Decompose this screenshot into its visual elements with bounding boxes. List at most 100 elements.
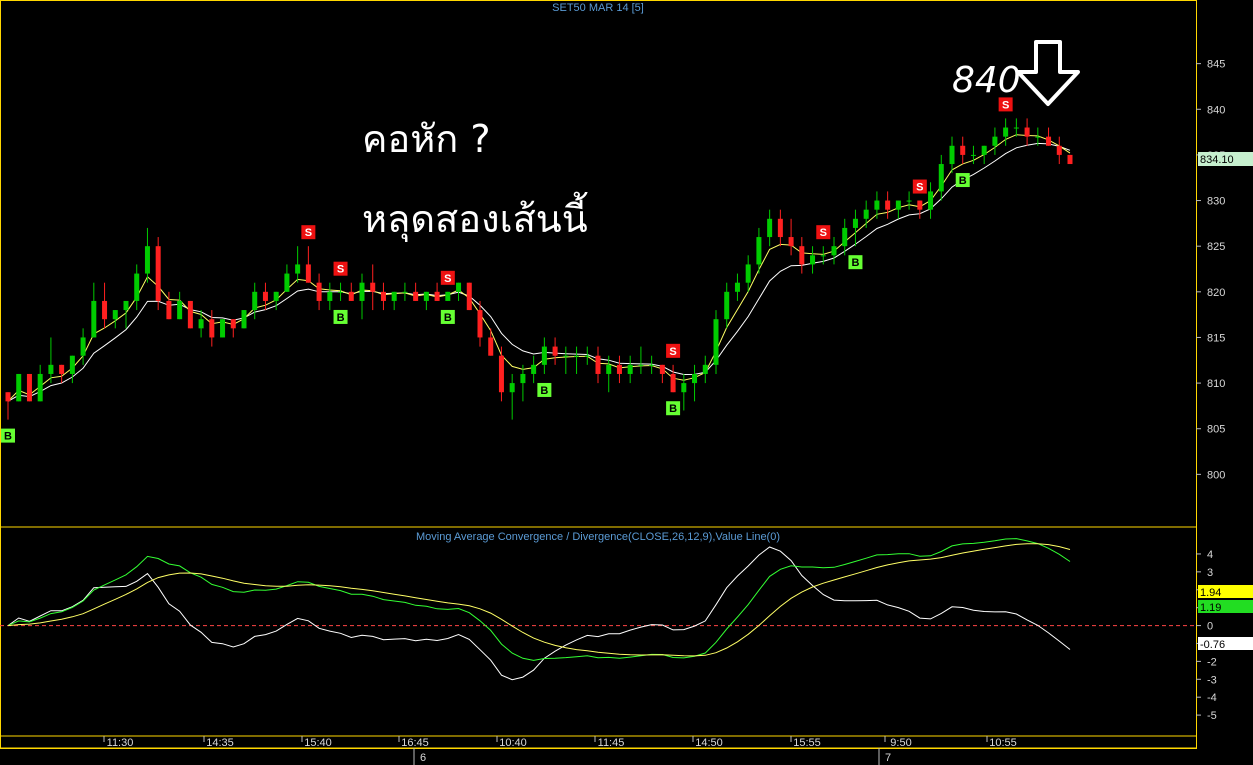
candle-body: [713, 319, 719, 365]
sell-signal-label: S: [916, 182, 923, 194]
candle-body: [616, 364, 622, 374]
candle-body: [810, 255, 816, 265]
price-tick-label: 800: [1207, 469, 1225, 481]
candle-body: [69, 355, 75, 374]
ma-slow-line: [7, 142, 1071, 402]
candle-body: [445, 291, 451, 301]
time-tick-label: 14:35: [206, 737, 234, 749]
candle-body: [574, 355, 580, 357]
last-price-value: 834.10: [1200, 154, 1234, 166]
candle-body: [681, 383, 687, 393]
time-tick-label: 15:55: [793, 737, 821, 749]
candle-body: [509, 383, 515, 393]
candle-body: [906, 200, 912, 202]
candle-body: [692, 373, 698, 384]
candle-body: [413, 291, 419, 301]
candle-body: [756, 237, 762, 265]
candle-body: [273, 291, 279, 301]
candle-body: [949, 145, 955, 165]
candle-body: [1056, 145, 1062, 155]
macd-y-axis: 43210-1-2-3-4-5: [0, 549, 1217, 722]
candle-body: [863, 209, 869, 219]
candle-body: [992, 136, 998, 146]
candle-body: [724, 291, 730, 320]
sell-signal-label: S: [820, 227, 827, 239]
date-tick-label: 6: [420, 752, 426, 764]
buy-signal-label: B: [444, 312, 452, 324]
candle-body: [970, 154, 976, 156]
moving-average-lines: [7, 134, 1071, 402]
candle-body: [1013, 127, 1019, 129]
candle-body: [177, 300, 183, 320]
macd-signal-line: [7, 543, 1071, 657]
candle-body: [1046, 136, 1052, 146]
candle-body: [187, 300, 193, 329]
buy-signal-label: B: [959, 175, 967, 187]
candle-body: [466, 282, 472, 311]
candle-body: [144, 246, 150, 274]
candle-body: [423, 291, 429, 301]
histogram-value: -0.76: [1200, 639, 1225, 651]
candle-body: [670, 373, 676, 393]
candle-body: [649, 364, 655, 366]
macd-tick-label: 4: [1207, 549, 1213, 561]
candle-body: [230, 319, 236, 329]
candle-body: [584, 355, 590, 357]
time-axis: 11:30 14:35 15:40 16:45 10:40 11:45 14:50 15:55…: [103, 736, 1017, 765]
candle-body: [638, 364, 644, 366]
candle-body: [734, 282, 740, 292]
time-tick-label: 14:50: [695, 737, 723, 749]
time-tick-label: 16:45: [401, 737, 429, 749]
candle-body: [295, 264, 301, 274]
candle-body: [477, 310, 483, 338]
candle-body: [745, 264, 751, 283]
down-arrow-icon: [1016, 40, 1080, 106]
candle-body: [488, 337, 494, 356]
candle-body: [26, 373, 32, 402]
candle-body: [59, 364, 65, 374]
candle-body: [198, 319, 204, 329]
candle-body: [91, 300, 97, 338]
candle-body: [606, 364, 612, 374]
candle-body: [767, 218, 773, 238]
time-tick-label: 11:30: [107, 737, 134, 749]
candle-body: [831, 246, 837, 256]
candle-body: [895, 200, 901, 210]
candle-body: [1067, 154, 1073, 165]
candle-body: [1024, 127, 1030, 137]
buy-signal-label: B: [337, 312, 345, 324]
candle-body: [316, 282, 322, 301]
candle-body: [370, 282, 376, 292]
macd-tick-label: -2: [1207, 656, 1217, 668]
candle-body: [852, 218, 858, 228]
candle-body: [960, 145, 966, 155]
price-tick-label: 845: [1207, 59, 1225, 71]
price-tick-label: 815: [1207, 332, 1225, 344]
candle-body: [380, 291, 386, 301]
macd-line-value: 1.19: [1200, 602, 1221, 614]
candle-body: [112, 310, 118, 320]
candle-body: [37, 373, 43, 402]
macd-tick-label: -5: [1207, 710, 1217, 722]
candle-body: [16, 373, 22, 402]
price-y-axis: 800805810815820825830835840845: [1196, 59, 1225, 481]
candle-body: [305, 264, 311, 283]
chart-canvas: SET50 MAR 14 [5] Moving Average Converge…: [0, 0, 1253, 765]
price-tick-label: 810: [1207, 378, 1225, 390]
candle-body: [434, 291, 440, 301]
macd-lines: [7, 538, 1071, 681]
ma-fast-line: [7, 134, 1071, 402]
candle-body: [241, 310, 247, 329]
candle-body: [102, 300, 108, 320]
buy-signal-label: B: [851, 257, 859, 269]
candle-body: [338, 291, 344, 293]
candle-body: [262, 291, 268, 301]
candle-body: [402, 291, 408, 293]
sell-signal-label: S: [1002, 99, 1009, 111]
time-tick-label: 10:55: [989, 737, 1017, 749]
sell-signal-label: S: [444, 273, 451, 285]
candle-body: [799, 246, 805, 265]
date-tick-label: 7: [885, 752, 891, 764]
price-tick-label: 830: [1207, 196, 1225, 208]
candle-body: [155, 246, 161, 301]
